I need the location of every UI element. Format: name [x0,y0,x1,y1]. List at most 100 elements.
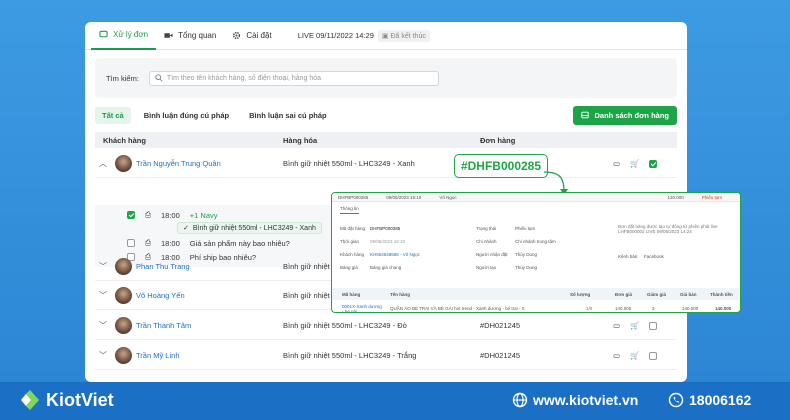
kiotviet-logo: KiotViet [20,389,114,411]
search-input[interactable]: Tìm theo tên khách hàng, số điện thoại, … [148,70,439,86]
table-row[interactable]: ﹀ Trần Mỹ Linh Bình giữ nhiệt 550ml - LH… [95,342,677,370]
tab-label: Tổng quan [178,31,217,40]
tab-process-orders[interactable]: Xử lý đơn [91,22,157,50]
avatar [115,258,132,275]
product-name: Bình giữ nhiệt 550ml - LHC3249 - Trắng [283,351,417,360]
phone[interactable]: 18006162 [668,392,751,408]
highlighted-order-code[interactable]: #DHFB000285 [454,154,548,178]
field-value[interactable]: Chi nhánh trung tâm [515,239,556,244]
filter-invalid-syntax[interactable]: Bình luận sai cú pháp [242,107,334,124]
row-checkbox[interactable] [649,351,658,360]
tab-overview[interactable]: Tổng quan [156,22,224,50]
comment-checkbox[interactable] [127,211,135,219]
item-qty: 1/0 [586,306,593,311]
comment-icon[interactable]: ▭ [613,321,620,330]
cart-icon[interactable]: 🛒 [630,159,639,168]
video-icon [164,33,173,38]
chevron-down-icon[interactable]: ﹀ [95,290,111,301]
filter-all[interactable]: Tất cả [95,106,131,124]
comment-text: Giá sản phẩm này bao nhiêu? [189,238,290,248]
comment-icon[interactable]: ▭ [613,351,620,360]
search-label: Tìm kiếm: [106,73,139,83]
chevron-down-icon[interactable]: ﹀ [95,350,111,361]
col-sale: Giá bán [680,291,697,297]
status-badge: ▣ Đã kết thúc [377,29,430,42]
list-item: ✓ Bình giữ nhiệt 550ml - LHC3249 - Xanh [177,221,322,235]
item-sale: 140.000 [682,306,699,311]
avatar [115,155,132,172]
website-text: www.kiotviet.vn [533,392,639,408]
field-value[interactable]: Thùy Dung [515,252,537,257]
chevron-down-icon[interactable]: ﹀ [95,320,111,331]
tab-info[interactable]: Thông tin [340,206,359,214]
brand-name: KiotViet [46,389,114,410]
popup-amount: 120.000 [667,194,684,200]
list-item: ⎙ 18:00 Giá sản phẩm này bao nhiêu? [127,236,290,250]
avatar [115,317,132,334]
popup-time: 09/05/2023 15:10 [386,194,422,200]
field-label: Thời gian [340,239,359,244]
live-timestamp: LIVE 09/11/2022 14:29 [297,31,374,40]
status-text: Đã kết thúc [390,32,426,40]
comment-checkbox[interactable] [127,239,135,247]
search-placeholder: Tìm theo tên khách hàng, số điện thoại, … [166,74,322,82]
popup-header: DHFBP000285 09/05/2023 15:10 Võ Ngọc 120… [332,193,740,202]
item-discount: 3 [652,306,655,311]
col-order: Đơn hàng [480,135,516,145]
row-actions: ▭ 🛒 [613,351,658,360]
cart-icon[interactable]: 🛒 [630,321,639,330]
product-name: Bình giữ nhiệt 550ml - LHC3249 - Đỏ [283,321,407,330]
comment-time: 18:00 [161,238,180,248]
popup-note: Đơn đặt hàng được tạo tự động từ phiên p… [618,224,718,234]
row-checkbox[interactable] [649,321,658,330]
field-value[interactable]: KH554548688 - Võ Ngọc [370,252,420,257]
item-total: 140.000 [715,306,732,311]
field-label: Người nhận đặt [476,252,508,257]
avatar [115,347,132,364]
row-checkbox[interactable] [649,159,658,168]
website[interactable]: www.kiotviet.vn [512,392,638,408]
col-qty: Số lượng [570,291,591,297]
kiotviet-logo-icon [21,390,39,410]
item-name: QUẦN ÁO BÉ TRAI VÀ BÉ GÁI hot trend - Xa… [390,306,525,311]
customer-name[interactable]: Trần Nguyễn Trung Quân [136,159,276,168]
chip-text: Bình giữ nhiệt 550ml - LHC3249 - Xanh [192,224,316,232]
order-code[interactable]: #DH021245 [480,321,520,330]
customer-name[interactable]: Trần Mỹ Linh [136,351,276,360]
globe-icon [512,392,528,408]
channel-select[interactable]: Facebook [644,254,664,259]
phone-text: 18006162 [689,392,752,408]
customer-name[interactable]: Trần Thanh Tâm [136,321,276,330]
field-value[interactable]: Bảng giá chung [370,265,401,270]
filter-valid-syntax[interactable]: Bình luận đúng cú pháp [137,107,236,124]
field-label: Trạng thái [476,226,497,231]
item-price: 140.000 [615,306,632,311]
order-list-button[interactable]: Danh sách đơn hàng [573,105,677,125]
customer-name[interactable]: Phan Thu Trang [136,262,276,271]
cart-icon[interactable]: 🛒 [630,351,639,360]
col-name: Tên hàng [390,291,410,297]
field-value[interactable]: 09/05/2023 15:10 [370,239,405,244]
field-label: Chi nhánh [476,239,497,244]
table-row[interactable]: ﹀ Trần Thanh Tâm Bình giữ nhiệt 550ml - … [95,312,677,340]
filter-tabs: Tất cả Bình luận đúng cú pháp Bình luận … [95,105,677,125]
order-list-label: Danh sách đơn hàng [594,110,669,120]
comment-icon[interactable]: ▭ [613,159,620,168]
footer-bar: KiotViet www.kiotviet.vn 18006162 [0,382,790,420]
product-chip[interactable]: ✓ Bình giữ nhiệt 550ml - LHC3249 - Xanh [177,222,322,234]
item-code[interactable]: 0001X-Xanh dương - bé gái [342,304,382,312]
chevron-down-icon[interactable]: ﹀ [95,261,111,272]
tab-settings[interactable]: Cài đặt [224,22,279,50]
print-icon[interactable]: ⎙ [145,238,151,248]
popup-status: Phiếu tạm [701,194,722,200]
order-code[interactable]: #DH021245 [480,351,520,360]
channel-label: Kênh bán: [618,254,639,259]
field-label: Mã đặt hàng [340,226,366,231]
table-row[interactable]: ︿ Trần Nguyễn Trung Quân Bình giữ nhiệt … [95,150,677,178]
field-value[interactable]: Phiếu tạm [515,226,535,231]
print-icon[interactable]: ⎙ [145,210,151,220]
chevron-up-icon[interactable]: ︿ [95,158,111,169]
order-detail-popup: DHFBP000285 09/05/2023 15:10 Võ Ngọc 120… [331,192,741,313]
customer-name[interactable]: Võ Hoàng Yến [136,291,276,300]
col-discount: Giảm giá [647,291,667,297]
